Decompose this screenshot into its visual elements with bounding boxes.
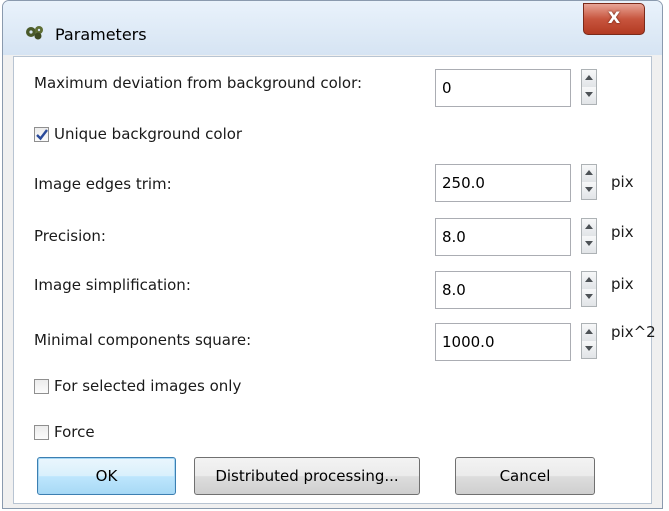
cancel-button[interactable]: Cancel	[455, 457, 595, 495]
spin-up-button[interactable]	[582, 272, 596, 290]
force-checkbox[interactable]	[34, 425, 49, 440]
min-components-spinner[interactable]	[581, 323, 597, 359]
spin-down-button[interactable]	[582, 341, 596, 358]
close-button[interactable]: X	[583, 3, 645, 35]
force-label[interactable]: Force	[54, 423, 95, 441]
spin-up-button[interactable]	[582, 165, 596, 183]
spin-down-button[interactable]	[582, 289, 596, 306]
window-title: Parameters	[55, 25, 147, 44]
arrow-down-icon	[585, 346, 593, 351]
precision-label: Precision:	[34, 227, 106, 245]
edges-trim-spinner[interactable]	[581, 164, 597, 200]
gear-cluster-icon	[26, 26, 43, 40]
max-deviation-label: Maximum deviation from background color:	[34, 74, 363, 92]
arrow-down-icon	[585, 187, 593, 192]
spin-up-button[interactable]	[582, 70, 596, 88]
edges-trim-label: Image edges trim:	[34, 175, 172, 193]
close-icon: X	[607, 8, 621, 27]
precision-input[interactable]: 8.0	[435, 218, 571, 256]
precision-unit: pix	[611, 223, 634, 241]
selected-only-checkbox[interactable]	[34, 379, 49, 394]
arrow-up-icon	[585, 75, 593, 80]
simplification-spinner[interactable]	[581, 271, 597, 307]
spin-down-button[interactable]	[582, 236, 596, 253]
unique-bg-label[interactable]: Unique background color	[54, 125, 242, 143]
ok-button[interactable]: OK	[37, 457, 176, 495]
simplification-unit: pix	[611, 275, 634, 293]
arrow-up-icon	[585, 329, 593, 334]
dialog-content: Maximum deviation from background color:…	[13, 56, 656, 504]
selected-only-label[interactable]: For selected images only	[54, 377, 241, 395]
unique-bg-checkbox[interactable]	[34, 127, 49, 142]
arrow-down-icon	[585, 241, 593, 246]
arrow-up-icon	[585, 170, 593, 175]
title-bar[interactable]: Parameters X	[3, 1, 662, 55]
min-components-unit: pix^2	[611, 323, 656, 341]
min-components-label: Minimal components square:	[34, 331, 252, 349]
distributed-processing-button[interactable]: Distributed processing...	[194, 457, 420, 495]
edges-trim-input[interactable]: 250.0	[435, 164, 571, 202]
spin-up-button[interactable]	[582, 219, 596, 237]
simplification-label: Image simplification:	[34, 276, 191, 294]
max-deviation-spinner[interactable]	[581, 69, 597, 105]
simplification-input[interactable]: 8.0	[435, 271, 571, 309]
arrow-up-icon	[585, 224, 593, 229]
max-deviation-input[interactable]: 0	[435, 69, 571, 107]
spin-up-button[interactable]	[582, 324, 596, 342]
arrow-down-icon	[585, 294, 593, 299]
arrow-up-icon	[585, 277, 593, 282]
parameters-dialog: Parameters X Maximum deviation from back…	[2, 0, 663, 509]
precision-spinner[interactable]	[581, 218, 597, 254]
spin-down-button[interactable]	[582, 182, 596, 199]
edges-trim-unit: pix	[611, 173, 634, 191]
min-components-input[interactable]: 1000.0	[435, 323, 571, 361]
arrow-down-icon	[585, 92, 593, 97]
checkmark-icon	[36, 129, 48, 141]
spin-down-button[interactable]	[582, 87, 596, 104]
